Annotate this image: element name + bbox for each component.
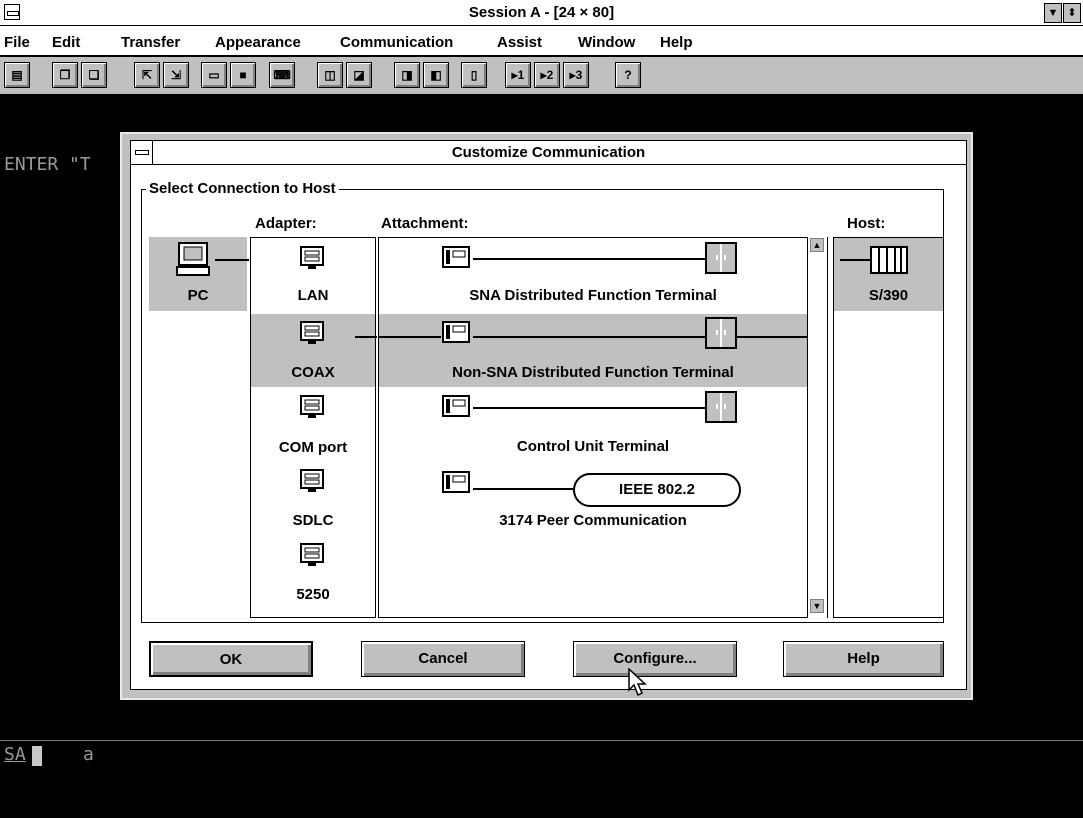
5250-adapter-icon <box>300 543 324 566</box>
attachment-scrollbar[interactable] <box>807 237 827 618</box>
adapter-label: LAN <box>297 287 329 304</box>
clipboard-icon[interactable]: ▯ <box>461 62 487 88</box>
terminal-icon <box>442 321 470 343</box>
send-file-icon[interactable]: ⇱ <box>134 62 160 88</box>
maximize-button[interactable]: ⬍ <box>1063 3 1081 23</box>
adapter-item-lan[interactable]: LAN <box>251 237 375 311</box>
copy-icon[interactable]: ❐ <box>52 62 78 88</box>
attachment-item-non-sna-dft[interactable]: Non-SNA Distributed Function Terminal <box>379 314 807 387</box>
mouse-pointer-icon <box>628 668 647 697</box>
adapter-header: Adapter: <box>255 215 317 232</box>
attachment-item-cut[interactable]: Control Unit Terminal <box>379 390 807 460</box>
ieee-802-2-badge: IEEE 802.2 <box>573 473 741 507</box>
macro-icon[interactable]: ◫ <box>317 62 343 88</box>
scroll-down-icon[interactable]: ▼ <box>810 599 824 613</box>
menu-help[interactable]: Help <box>660 34 693 51</box>
session-status: SA <box>4 744 26 765</box>
receive-file-icon[interactable]: ⇲ <box>163 62 189 88</box>
com-port-adapter-icon <box>300 395 324 418</box>
terminal-prompt: ENTER "T <box>4 154 91 175</box>
menu-file[interactable]: File <box>4 34 30 51</box>
group-label: Select Connection to Host <box>146 180 339 197</box>
help-icon[interactable]: ? <box>615 62 641 88</box>
coax-adapter-icon <box>300 321 324 344</box>
minimize-button[interactable]: ▼ <box>1044 3 1062 23</box>
host-item-s390[interactable]: S/390 <box>834 238 943 311</box>
paste-icon[interactable]: ❏ <box>81 62 107 88</box>
print-icon[interactable]: ▤ <box>4 62 30 88</box>
configure-button[interactable]: Configure... <box>573 641 737 677</box>
cursor <box>32 746 42 766</box>
adapter-item-5250[interactable]: 5250 <box>251 538 375 608</box>
terminal-icon <box>442 395 470 417</box>
control-unit-icon <box>705 242 737 274</box>
display-icon[interactable]: ▭ <box>201 62 227 88</box>
pc-label: PC <box>187 287 209 304</box>
host-header: Host: <box>847 215 886 232</box>
menu-assist[interactable]: Assist <box>497 34 542 51</box>
control-unit-icon <box>705 391 737 423</box>
adapter-item-sdlc[interactable]: SDLC <box>251 464 375 534</box>
mainframe-icon <box>870 246 908 274</box>
adapter-item-coax[interactable]: COAX <box>251 314 375 387</box>
adapter-label: 5250 <box>296 586 330 603</box>
adapter-label: COM port <box>278 439 348 456</box>
disconnect-icon[interactable]: ◧ <box>423 62 449 88</box>
scroll-up-icon[interactable]: ▲ <box>810 238 824 252</box>
terminal-icon <box>442 246 470 268</box>
attachment-item-sna-dft[interactable]: SNA Distributed Function Terminal <box>379 241 807 311</box>
cancel-button[interactable]: Cancel <box>361 641 525 677</box>
dialog-title: Customize Communication <box>451 144 646 161</box>
session-1-icon[interactable]: ▸1 <box>505 62 531 88</box>
menu-transfer[interactable]: Transfer <box>121 34 180 51</box>
pc-icon <box>176 242 210 276</box>
terminal-icon <box>442 471 470 493</box>
connect-icon[interactable]: ◨ <box>394 62 420 88</box>
lan-adapter-icon <box>300 246 324 269</box>
attachment-label: Control Unit Terminal <box>516 438 670 455</box>
session-3-icon[interactable]: ▸3 <box>563 62 589 88</box>
control-unit-icon <box>705 317 737 349</box>
adapter-item-com-port[interactable]: COM port <box>251 390 375 460</box>
ok-button[interactable]: OK <box>149 641 313 677</box>
display-setup-icon[interactable]: ■ <box>230 62 256 88</box>
attachment-label: Non-SNA Distributed Function Terminal <box>452 364 734 381</box>
sdlc-adapter-icon <box>300 469 324 492</box>
menu-appearance[interactable]: Appearance <box>215 34 301 51</box>
menu-window[interactable]: Window <box>578 34 635 51</box>
adapter-label: COAX <box>291 364 335 381</box>
status-divider <box>0 740 1083 741</box>
attachment-label: SNA Distributed Function Terminal <box>469 287 717 304</box>
help-button[interactable]: Help <box>783 641 944 677</box>
session-2-icon[interactable]: ▸2 <box>534 62 560 88</box>
host-label: S/390 <box>868 287 909 304</box>
menu-communication[interactable]: Communication <box>340 34 453 51</box>
attachment-label: 3174 Peer Communication <box>499 512 687 529</box>
keyboard-icon[interactable]: ⌨ <box>269 62 295 88</box>
macro-play-icon[interactable]: ◪ <box>346 62 372 88</box>
attachment-header: Attachment: <box>381 215 469 232</box>
status-char: a <box>83 744 94 765</box>
menu-edit[interactable]: Edit <box>52 34 80 51</box>
adapter-label: SDLC <box>292 512 334 529</box>
window-title: Session A - [24 × 80] <box>468 4 615 21</box>
